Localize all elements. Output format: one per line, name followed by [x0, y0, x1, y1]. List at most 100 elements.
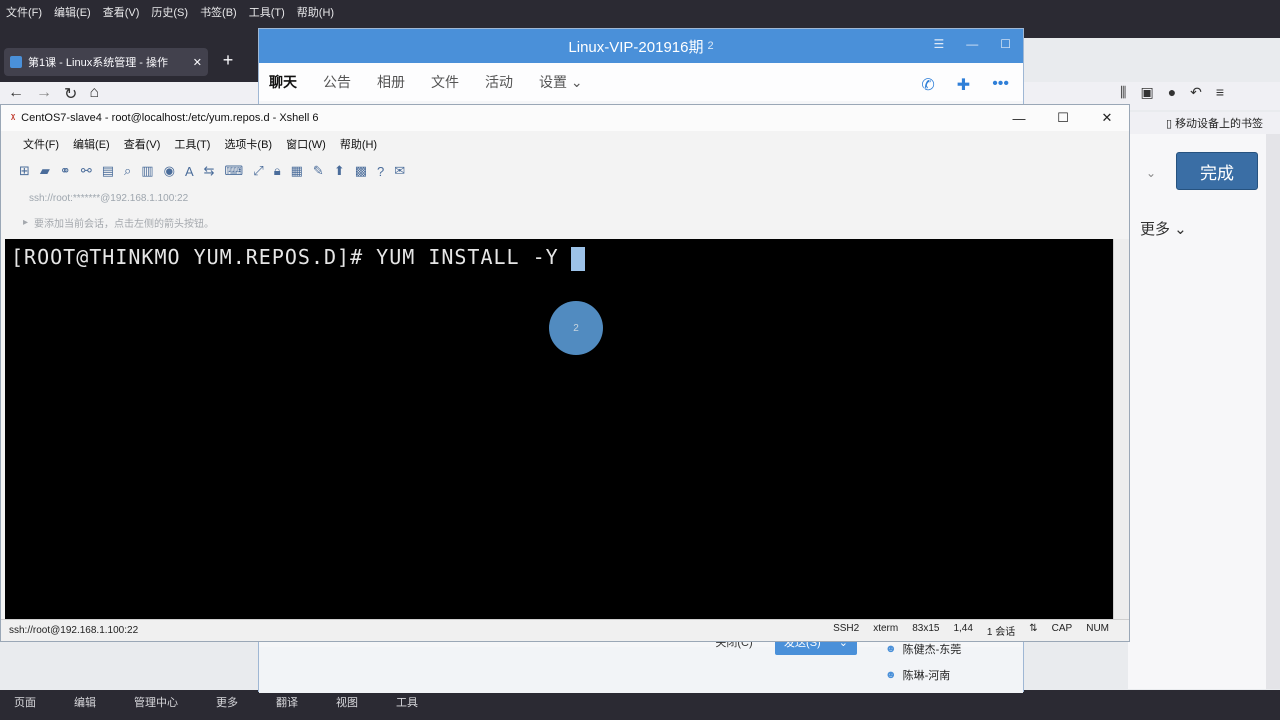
page-scrollbar[interactable] [1266, 134, 1280, 689]
add-chat-icon[interactable]: ✚ [957, 75, 970, 95]
member-name: 陈琳-河南 [902, 670, 951, 682]
xshell-title-bar[interactable]: ᵡ CentOS7-slave4 - root@localhost:/etc/y… [1, 105, 1129, 131]
bottom-menu-item[interactable]: 更多 [216, 694, 238, 716]
close-tab-icon[interactable]: ✕ [193, 56, 202, 69]
more-icon[interactable]: ••• [992, 75, 1009, 95]
bottom-menu-item[interactable]: 翻译 [276, 694, 298, 716]
maximize-icon[interactable]: ☐ [1000, 37, 1011, 51]
menu-bookmarks[interactable]: 书签(B) [200, 4, 237, 20]
open-folder-icon[interactable]: ▰ [40, 163, 50, 179]
help-icon[interactable]: ? [377, 164, 384, 179]
tab-activity[interactable]: 活动 [485, 72, 513, 92]
new-tab-button[interactable]: + [216, 48, 240, 74]
list-item[interactable]: ☻ 陈健杰-东莞 [885, 641, 961, 657]
done-button[interactable]: 完成 [1176, 152, 1258, 190]
terminal-area[interactable] [5, 239, 1113, 619]
xshell-title: CentOS7-slave4 - root@localhost:/etc/yum… [21, 112, 319, 124]
back-icon[interactable]: ← [8, 84, 24, 104]
phone-icon[interactable]: ✆ [921, 75, 934, 95]
transfer-icon[interactable]: ⬆ [334, 163, 345, 179]
bottom-menu-item[interactable]: 编辑 [74, 694, 96, 716]
nav-buttons: ← → ↻ ⌂ [8, 84, 99, 104]
overflow-icon[interactable]: ≡ [1216, 84, 1224, 101]
menu-help[interactable]: 帮助(H) [340, 136, 377, 152]
reload-icon[interactable]: ↻ [64, 84, 77, 104]
new-session-icon[interactable]: ⊞ [19, 163, 30, 179]
xftp-icon[interactable]: ⇆ [204, 163, 215, 179]
chat-tabs: 聊天 公告 相册 文件 活动 设置 ⌄ [259, 63, 1023, 101]
skin-icon[interactable]: ☰ [933, 37, 944, 51]
chevron-down-icon[interactable]: ⌄ [1146, 166, 1156, 180]
bottom-menu-item[interactable]: 页面 [14, 694, 36, 716]
mouse-click-indicator: 2 [549, 301, 603, 355]
status-term: xterm [873, 623, 899, 634]
sidebar-icon[interactable]: ▣ [1140, 84, 1153, 101]
list-item[interactable]: ☻ 陈琳-河南 [885, 667, 961, 683]
tab-chat[interactable]: 聊天 [269, 72, 297, 92]
menu-help[interactable]: 帮助(H) [297, 4, 334, 20]
forward-icon[interactable]: → [36, 84, 52, 104]
tab-settings[interactable]: 设置 ⌄ [539, 72, 583, 92]
hint-text: 要添加当前会话，点击左侧的箭头按钮。 [34, 218, 215, 230]
disconnect-icon[interactable]: ⚯ [81, 163, 92, 179]
more-link[interactable]: 更多 ⌄ [1140, 218, 1187, 239]
menu-view[interactable]: 查看(V) [124, 136, 161, 152]
address-bar[interactable]: ssh://root:*******@192.168.1.100:22 [1, 187, 1129, 209]
session-hint-bar: ▸ 要添加当前会话，点击左侧的箭头按钮。 [1, 211, 1129, 233]
search-icon[interactable]: ⌕ [124, 163, 131, 179]
close-icon[interactable]: ✕ [1085, 105, 1129, 131]
maximize-icon[interactable]: ☐ [1041, 105, 1085, 131]
page-favicon-icon [10, 56, 22, 68]
browser-tab[interactable]: 第1课 - Linux系统管理 - 操作 ✕ [4, 48, 208, 76]
menu-history[interactable]: 历史(S) [151, 4, 188, 20]
menu-edit[interactable]: 编辑(E) [73, 136, 110, 152]
terminal-scrollbar[interactable] [1113, 239, 1129, 619]
keyboard-icon[interactable]: ⌨ [225, 163, 244, 179]
member-icon: ☻ [885, 643, 897, 655]
account-icon[interactable]: ● [1168, 84, 1176, 101]
compose-icon[interactable]: ▦ [291, 163, 303, 179]
bottom-menu-item[interactable]: 管理中心 [134, 694, 178, 716]
minimize-icon[interactable]: — [966, 37, 978, 51]
menu-edit[interactable]: 编辑(E) [54, 4, 91, 20]
menu-tools[interactable]: 工具(T) [174, 136, 210, 152]
font-icon[interactable]: A [185, 164, 194, 179]
bottom-menu-item[interactable]: 工具 [396, 694, 418, 716]
fullscreen-icon[interactable]: ⤢ [253, 163, 263, 179]
connect-icon[interactable]: ⚭ [60, 163, 71, 179]
browser-toolbar-right: ⫼ ▣ ● ↶ ≡ [1120, 84, 1224, 101]
script-icon[interactable]: ✎ [313, 163, 324, 179]
bottom-menu: 页面 编辑 管理中心 更多 翻译 视图 工具 [0, 690, 1280, 720]
home-icon[interactable]: ⌂ [89, 84, 99, 104]
undo-icon[interactable]: ↶ [1190, 84, 1202, 101]
chat-title-bar[interactable]: Linux-VIP-201916期 2 [259, 29, 1023, 63]
menu-view[interactable]: 查看(V) [103, 4, 140, 20]
member-icon: ☻ [885, 669, 897, 681]
minimize-icon[interactable]: — [997, 105, 1041, 131]
menu-file[interactable]: 文件(F) [6, 4, 42, 20]
status-connection: ssh://root@192.168.1.100:22 [9, 625, 139, 636]
arrows-icon: ⇅ [1029, 623, 1038, 634]
tab-title: 第1课 - Linux系统管理 - 操作 [28, 57, 168, 69]
status-protocol: SSH2 [833, 623, 860, 634]
menu-tabs[interactable]: 选项卡(B) [224, 136, 272, 152]
bottom-menu-item[interactable]: 视图 [336, 694, 358, 716]
menu-file[interactable]: 文件(F) [23, 136, 59, 152]
globe-icon[interactable]: ◉ [164, 163, 175, 179]
tab-album[interactable]: 相册 [377, 72, 405, 92]
tab-files[interactable]: 文件 [431, 72, 459, 92]
layout-icon[interactable]: ▩ [355, 163, 367, 179]
print-icon[interactable]: ▥ [141, 163, 153, 179]
chat-icon[interactable]: ✉ [394, 163, 405, 179]
menu-window[interactable]: 窗口(W) [286, 136, 326, 152]
bookmark-bar: ▯ 移动设备上的书签 [1128, 112, 1280, 134]
tab-announcement[interactable]: 公告 [323, 72, 351, 92]
library-icon[interactable]: ⫼ [1120, 84, 1126, 101]
menu-tools[interactable]: 工具(T) [249, 4, 285, 20]
lock-icon[interactable]: 🔒︎ [274, 163, 281, 179]
xshell-toolbar: ⊞ ▰ ⚭ ⚯ ▤ ⌕ ▥ ◉ A ⇆ ⌨ ⤢ 🔒︎ ▦ ✎ ⬆ ▩ ? ✉ [1, 157, 1129, 185]
terminal-cursor [571, 247, 585, 271]
properties-icon[interactable]: ▤ [102, 163, 114, 179]
mobile-bookmarks-link[interactable]: 移动设备上的书签 [1175, 115, 1263, 131]
member-list: ☻ 陈健杰-东莞 ☻ 陈琳-河南 [885, 641, 961, 683]
